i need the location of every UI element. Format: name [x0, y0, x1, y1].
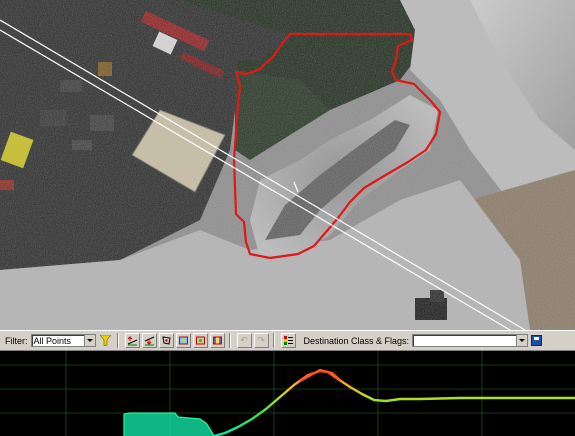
destination-class-label: Destination Class & Flags: — [303, 335, 410, 346]
profile-grid — [0, 351, 575, 436]
profile-building-points — [124, 413, 214, 436]
toolbar-separator — [272, 333, 275, 348]
funnel-icon[interactable] — [97, 333, 113, 348]
classify-fence-icon[interactable] — [158, 333, 174, 348]
destination-class-dropdown[interactable] — [412, 334, 529, 347]
toolbar-separator — [228, 333, 231, 348]
class-legend-icon[interactable] — [280, 333, 296, 348]
profile-terrain-line — [213, 369, 575, 436]
classify-below-line-icon[interactable] — [141, 333, 157, 348]
profile-canvas[interactable] — [0, 351, 575, 436]
filter-label: Filter: — [5, 335, 28, 346]
chevron-down-icon[interactable] — [516, 335, 528, 346]
classify-brush-icon[interactable] — [192, 333, 208, 348]
filter-dropdown-value: All Points — [33, 335, 72, 346]
save-icon[interactable] — [531, 335, 543, 346]
profile-view[interactable] — [0, 351, 575, 436]
aerial-canvas[interactable] — [0, 0, 575, 330]
chevron-down-icon[interactable] — [83, 335, 95, 346]
undo-icon[interactable]: ↶ — [236, 333, 252, 348]
filter-dropdown[interactable]: All Points — [30, 334, 96, 347]
toolbar-separator — [116, 333, 119, 348]
classify-above-line-icon[interactable] — [124, 333, 140, 348]
classify-range-icon[interactable] — [209, 333, 225, 348]
point-cloud-top-view[interactable] — [0, 0, 575, 330]
classification-toolbar: Filter: All Points ↶ ↷ Destination Class… — [0, 330, 575, 351]
redo-icon[interactable]: ↷ — [253, 333, 269, 348]
classify-rectangle-icon[interactable] — [175, 333, 191, 348]
